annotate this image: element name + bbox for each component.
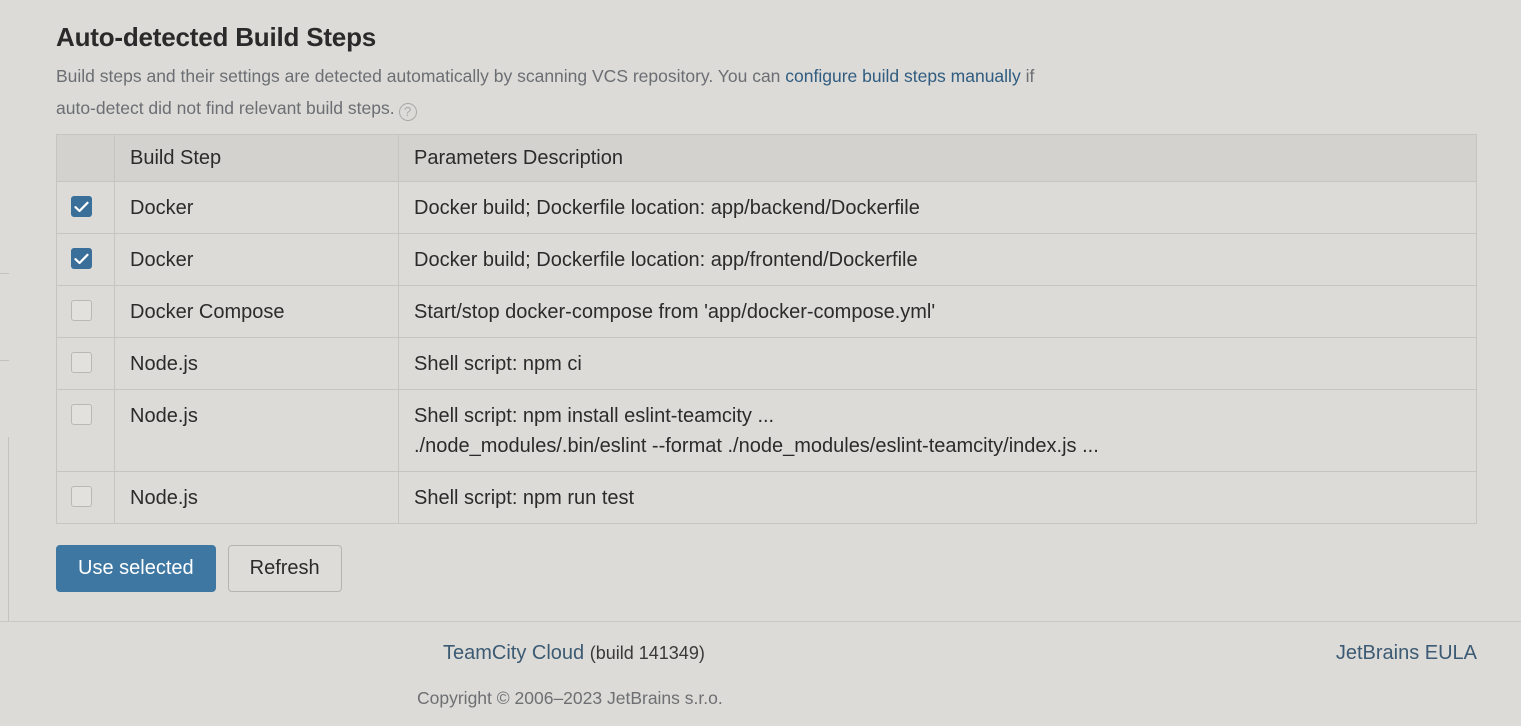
row-checkbox[interactable] xyxy=(71,486,92,507)
build-number: (build 141349) xyxy=(589,643,705,663)
parameters-description-cell: Docker build; Dockerfile location: app/b… xyxy=(398,181,1477,234)
parameters-description-cell: Shell script: npm install eslint-teamcit… xyxy=(398,389,1477,472)
copyright-text: Copyright © 2006–2023 JetBrains s.r.o. xyxy=(417,688,723,708)
use-selected-button[interactable]: Use selected xyxy=(56,545,216,592)
header-build-step: Build Step xyxy=(114,134,399,182)
header-parameters-description: Parameters Description xyxy=(398,134,1477,182)
row-checkbox[interactable] xyxy=(71,352,92,373)
table-row: Docker Compose Start/stop docker-compose … xyxy=(56,285,1477,338)
page: Auto-detected Build Steps Build steps an… xyxy=(0,0,1521,726)
build-step-cell: Docker xyxy=(114,181,399,234)
row-select-cell xyxy=(56,389,115,472)
left-divider-tick xyxy=(0,360,9,361)
section-description: Build steps and their settings are detec… xyxy=(56,60,1036,124)
table-row: Node.js Shell script: npm ci xyxy=(56,337,1477,390)
parameter-line: Start/stop docker-compose from 'app/dock… xyxy=(414,301,936,323)
build-step-cell: Node.js xyxy=(114,389,399,472)
parameter-line: Shell script: npm install eslint-teamcit… xyxy=(414,405,775,427)
row-checkbox[interactable] xyxy=(71,248,92,269)
refresh-button[interactable]: Refresh xyxy=(227,545,342,592)
actions-bar: Use selected Refresh xyxy=(56,545,1477,592)
parameter-line: ./node_modules/.bin/eslint --format ./no… xyxy=(414,435,1099,457)
row-select-cell xyxy=(56,285,115,338)
parameters-description-cell: Docker build; Dockerfile location: app/f… xyxy=(398,233,1477,286)
table-row: Node.js Shell script: npm install eslint-… xyxy=(56,389,1477,472)
section-title: Auto-detected Build Steps xyxy=(56,22,377,52)
question-circle-icon[interactable]: ? xyxy=(398,103,417,121)
row-select-cell xyxy=(56,181,115,234)
build-steps-body: Docker Docker build; Dockerfile location:… xyxy=(56,181,1477,524)
jetbrains-eula-link[interactable]: JetBrains EULA xyxy=(1336,642,1477,665)
configure-build-steps-manually-link[interactable]: configure build steps manually xyxy=(785,66,1020,86)
parameter-line: Docker build; Dockerfile location: app/b… xyxy=(414,197,920,219)
row-select-cell xyxy=(56,471,115,524)
left-panel-border xyxy=(8,437,9,622)
teamcity-cloud-link[interactable]: TeamCity Cloud xyxy=(443,642,584,664)
build-step-cell: Node.js xyxy=(114,337,399,390)
build-step-cell: Docker xyxy=(114,233,399,286)
table-row: Docker Docker build; Dockerfile location:… xyxy=(56,181,1477,234)
checkmark-icon xyxy=(74,253,89,264)
parameters-description-cell: Start/stop docker-compose from 'app/dock… xyxy=(398,285,1477,338)
parameter-line: Shell script: npm ci xyxy=(414,353,582,375)
auto-detected-build-steps-section: Auto-detected Build Steps Build steps an… xyxy=(56,18,1477,592)
row-checkbox[interactable] xyxy=(71,404,92,425)
footer: TeamCity Cloud (build 141349) JetBrains … xyxy=(0,621,1521,726)
build-steps-table: Build Step Parameters Description Docker… xyxy=(56,134,1477,524)
parameters-description-cell: Shell script: npm run test xyxy=(398,471,1477,524)
checkmark-icon xyxy=(74,201,89,212)
table-row: Node.js Shell script: npm run test xyxy=(56,471,1477,524)
footer-product: TeamCity Cloud (build 141349) xyxy=(443,642,705,665)
header-select xyxy=(56,134,115,182)
row-select-cell xyxy=(56,233,115,286)
parameter-line: Docker build; Dockerfile location: app/f… xyxy=(414,249,918,271)
row-checkbox[interactable] xyxy=(71,196,92,217)
build-step-cell: Node.js xyxy=(114,471,399,524)
description-text-before: Build steps and their settings are detec… xyxy=(56,66,786,86)
table-row: Docker Docker build; Dockerfile location:… xyxy=(56,233,1477,286)
build-step-cell: Docker Compose xyxy=(114,285,399,338)
row-checkbox[interactable] xyxy=(71,300,92,321)
row-select-cell xyxy=(56,337,115,390)
table-header-row: Build Step Parameters Description xyxy=(56,134,1477,182)
parameters-description-cell: Shell script: npm ci xyxy=(398,337,1477,390)
left-divider-tick xyxy=(0,273,9,274)
parameter-line: Shell script: npm run test xyxy=(414,487,635,509)
